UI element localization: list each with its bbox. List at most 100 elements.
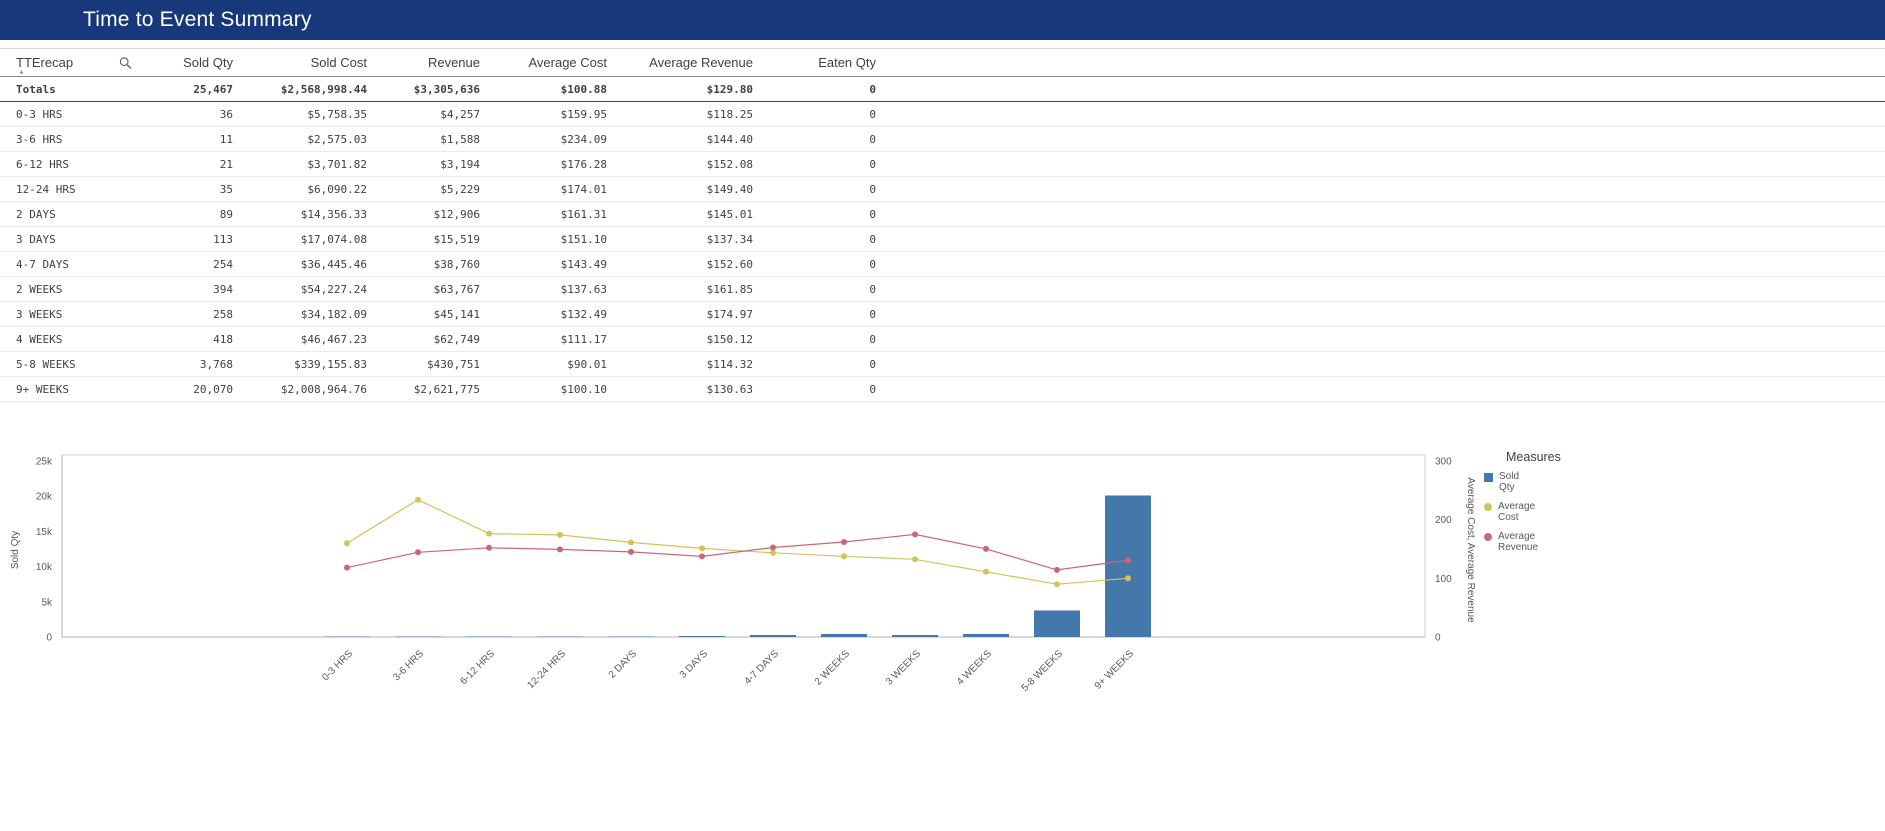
data-point[interactable]	[1125, 575, 1131, 581]
totals-row: Totals25,467$2,568,998.44$3,305,636$100.…	[0, 77, 1885, 102]
bar[interactable]	[963, 634, 1009, 637]
data-point[interactable]	[912, 556, 918, 562]
bar[interactable]	[892, 635, 938, 637]
table-header-row: TTErecap▲Sold QtySold CostRevenueAverage…	[0, 49, 1885, 77]
data-point[interactable]	[344, 540, 350, 546]
data-point[interactable]	[628, 539, 634, 545]
data-point[interactable]	[557, 546, 563, 552]
column-header-avg_revenue[interactable]: Average Revenue	[619, 49, 765, 77]
data-point[interactable]	[699, 545, 705, 551]
data-point[interactable]	[628, 549, 634, 555]
cell-eaten_qty: 0	[765, 352, 888, 377]
table-row: 12-24 HRS35$6,090.22$5,229$174.01$149.40…	[0, 177, 1885, 202]
cell-filler	[888, 102, 1885, 127]
cell-eaten_qty: 0	[765, 152, 888, 177]
data-point[interactable]	[557, 532, 563, 538]
column-header-revenue[interactable]: Revenue	[379, 49, 492, 77]
summary-table-body: Totals25,467$2,568,998.44$3,305,636$100.…	[0, 77, 1885, 402]
cell-eaten_qty: 0	[765, 202, 888, 227]
cell-label[interactable]: 3 WEEKS	[0, 302, 140, 327]
right-tick-label: 300	[1435, 457, 1452, 468]
cell-avg_revenue: $145.01	[619, 202, 765, 227]
bar[interactable]	[608, 636, 654, 637]
data-point[interactable]	[770, 545, 776, 551]
sold-qty-bars[interactable]	[324, 496, 1151, 637]
legend-item-average-cost[interactable]: AverageCost	[1484, 501, 1594, 523]
column-label: Revenue	[428, 55, 480, 70]
column-header-label[interactable]: TTErecap▲	[0, 49, 140, 77]
cell-avg_revenue: $118.25	[619, 102, 765, 127]
cell-sold_cost: $34,182.09	[245, 302, 379, 327]
cell-label[interactable]: 2 WEEKS	[0, 277, 140, 302]
cell-revenue: $4,257	[379, 102, 492, 127]
cell-avg_cost: $159.95	[492, 102, 619, 127]
cell-sold_qty: 418	[140, 327, 245, 352]
cell-label[interactable]: 5-8 WEEKS	[0, 352, 140, 377]
data-point[interactable]	[344, 565, 350, 571]
cell-sold_qty: 113	[140, 227, 245, 252]
cell-avg_cost: $176.28	[492, 152, 619, 177]
cell-sold_qty: 254	[140, 252, 245, 277]
data-point[interactable]	[770, 550, 776, 556]
bar[interactable]	[821, 634, 867, 637]
average-revenue-line[interactable]	[344, 531, 1131, 573]
table-row: 3 DAYS113$17,074.08$15,519$151.10$137.34…	[0, 227, 1885, 252]
cell-avg_revenue: $130.63	[619, 377, 765, 402]
data-point[interactable]	[1054, 567, 1060, 573]
cell-label[interactable]: 6-12 HRS	[0, 152, 140, 177]
cell-label[interactable]: 2 DAYS	[0, 202, 140, 227]
data-point[interactable]	[486, 531, 492, 537]
sort-ascending-icon: ▲	[18, 70, 25, 76]
data-point[interactable]	[699, 553, 705, 559]
cell-label[interactable]: 0-3 HRS	[0, 102, 140, 127]
data-point[interactable]	[841, 553, 847, 559]
average-cost-line[interactable]	[344, 497, 1131, 588]
column-label: Eaten Qty	[818, 55, 876, 70]
cell-label[interactable]: 9+ WEEKS	[0, 377, 140, 402]
bar[interactable]	[1105, 496, 1151, 637]
bar[interactable]	[750, 635, 796, 637]
cell-label[interactable]: 12-24 HRS	[0, 177, 140, 202]
column-header-avg_cost[interactable]: Average Cost	[492, 49, 619, 77]
cell-sold_qty: 3,768	[140, 352, 245, 377]
data-point[interactable]	[415, 549, 421, 555]
column-header-eaten_qty[interactable]: Eaten Qty	[765, 49, 888, 77]
column-header-sold_qty[interactable]: Sold Qty	[140, 49, 245, 77]
column-header-sold_cost[interactable]: Sold Cost	[245, 49, 379, 77]
combo-chart: 05k10k15k20k25k01002003000-3 HRS3-6 HRS6…	[0, 440, 1885, 831]
legend-circle-marker	[1484, 503, 1492, 511]
column-label: TTErecap	[16, 55, 73, 70]
cell-sold_qty: 25,467	[140, 77, 245, 102]
line-path	[347, 500, 1128, 585]
cell-label[interactable]: 3-6 HRS	[0, 127, 140, 152]
left-tick-label: 0	[46, 633, 52, 644]
data-point[interactable]	[912, 531, 918, 537]
legend-item-average-revenue[interactable]: AverageRevenue	[1484, 531, 1594, 553]
cell-avg_revenue: $150.12	[619, 327, 765, 352]
legend-label: AverageRevenue	[1498, 531, 1538, 553]
bar[interactable]	[679, 636, 725, 637]
chart-generated: 05k10k15k20k25k01002003000-3 HRS3-6 HRS6…	[36, 455, 1452, 694]
legend-label: SoldQty	[1499, 471, 1519, 493]
data-point[interactable]	[486, 545, 492, 551]
cell-revenue: $15,519	[379, 227, 492, 252]
table-row: 4-7 DAYS254$36,445.46$38,760$143.49$152.…	[0, 252, 1885, 277]
table-row: 3-6 HRS11$2,575.03$1,588$234.09$144.400	[0, 127, 1885, 152]
cell-label[interactable]: 4-7 DAYS	[0, 252, 140, 277]
bar[interactable]	[1034, 610, 1080, 637]
cell-sold_qty: 394	[140, 277, 245, 302]
search-icon[interactable]	[119, 56, 132, 69]
data-point[interactable]	[841, 539, 847, 545]
table-row: 0-3 HRS36$5,758.35$4,257$159.95$118.250	[0, 102, 1885, 127]
cell-avg_revenue: $149.40	[619, 177, 765, 202]
cell-revenue: $45,141	[379, 302, 492, 327]
cell-sold_cost: $36,445.46	[245, 252, 379, 277]
data-point[interactable]	[1054, 581, 1060, 587]
data-point[interactable]	[983, 546, 989, 552]
data-point[interactable]	[415, 497, 421, 503]
data-point[interactable]	[1125, 557, 1131, 563]
cell-label[interactable]: 3 DAYS	[0, 227, 140, 252]
cell-label[interactable]: 4 WEEKS	[0, 327, 140, 352]
data-point[interactable]	[983, 569, 989, 575]
legend-item-sold-qty[interactable]: SoldQty	[1484, 471, 1594, 493]
